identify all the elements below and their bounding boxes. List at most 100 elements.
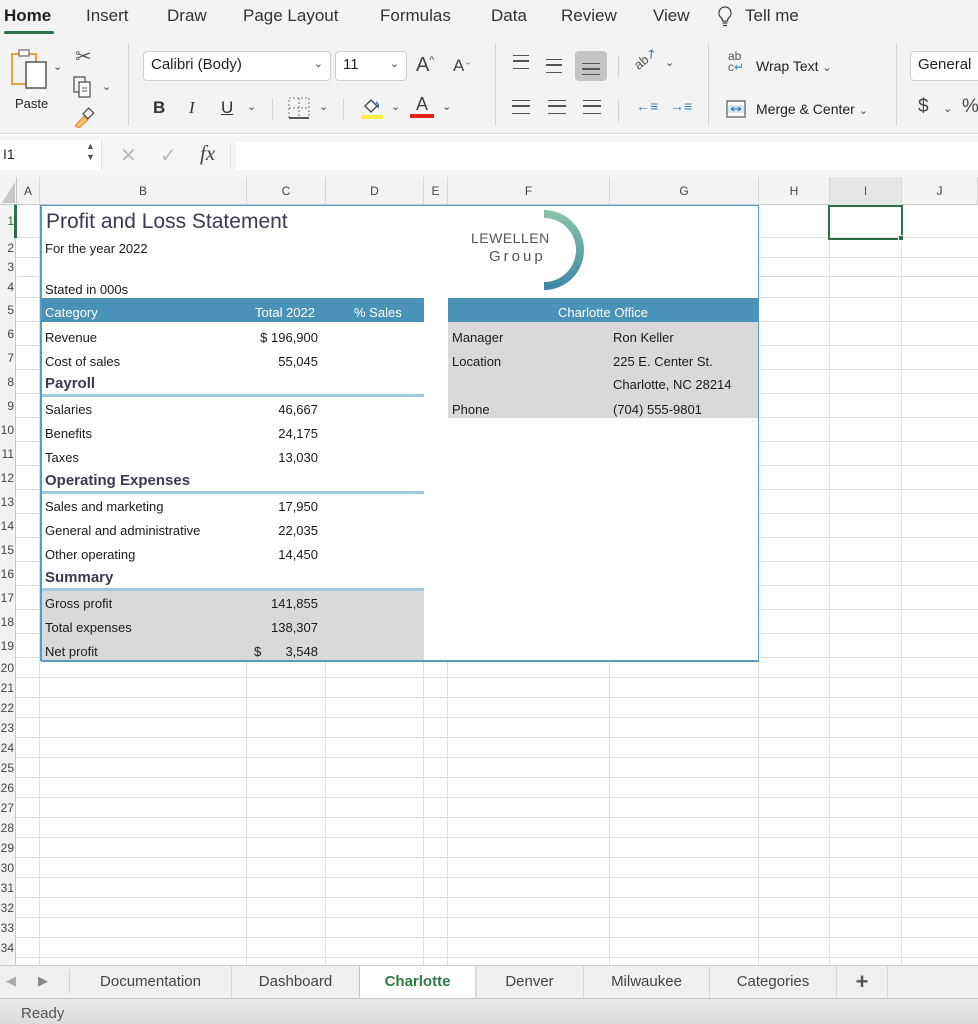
column-header-g[interactable]: G <box>610 177 759 205</box>
align-center-icon[interactable] <box>548 100 566 114</box>
row-header[interactable]: 10 <box>0 418 16 442</box>
tab-insert[interactable]: Insert <box>86 6 129 26</box>
sheet-tab-categories[interactable]: Categories <box>710 966 837 998</box>
name-box-stepper-icon[interactable]: ▲ ▼ <box>86 141 95 163</box>
orientation-icon[interactable]: ab↗ <box>631 45 661 74</box>
currency-dropdown-chevron[interactable]: ⌄ <box>943 102 952 115</box>
row-header[interactable]: 34 <box>0 938 16 958</box>
tab-home[interactable]: Home <box>4 6 51 26</box>
cancel-entry-icon[interactable]: ✕ <box>120 143 137 168</box>
row-header[interactable]: 30 <box>0 858 16 878</box>
column-header-f[interactable]: F <box>448 177 610 205</box>
row-header[interactable]: 9 <box>0 394 16 418</box>
font-size-dropdown[interactable]: 11 ⌄ <box>335 51 407 81</box>
tab-formulas[interactable]: Formulas <box>380 6 451 26</box>
row-header[interactable]: 3 <box>0 258 16 277</box>
row-header[interactable]: 5 <box>0 298 16 322</box>
decrease-indent-icon[interactable]: ←≡ <box>636 98 658 114</box>
number-format-dropdown[interactable]: General <box>910 51 978 81</box>
merge-center-button[interactable]: Merge & Center ⌄ <box>756 101 868 117</box>
orientation-dropdown-chevron[interactable]: ⌄ <box>665 56 674 69</box>
row-header[interactable]: 29 <box>0 838 16 858</box>
font-color-button[interactable]: A <box>410 94 434 118</box>
insert-function-button[interactable]: fx <box>200 141 215 166</box>
row-header[interactable]: 2 <box>0 238 16 258</box>
tab-review[interactable]: Review <box>561 6 617 26</box>
fill-color-button[interactable] <box>360 96 384 125</box>
sheet-tab-denver[interactable]: Denver <box>476 966 584 998</box>
row-header[interactable]: 11 <box>0 442 16 466</box>
paste-button[interactable] <box>10 46 54 95</box>
confirm-entry-icon[interactable]: ✓ <box>160 143 177 168</box>
wrap-text-button[interactable]: Wrap Text ⌄ <box>756 58 832 74</box>
tab-view[interactable]: View <box>653 6 690 26</box>
align-bottom-button[interactable] <box>575 51 607 81</box>
underline-button[interactable]: U <box>221 98 233 118</box>
italic-button[interactable]: I <box>189 98 195 118</box>
row-header[interactable]: 27 <box>0 798 16 818</box>
row-header[interactable]: 22 <box>0 698 16 718</box>
font-color-dropdown-chevron[interactable]: ⌄ <box>442 100 451 113</box>
sheet-tab-dashboard[interactable]: Dashboard <box>232 966 360 998</box>
fill-color-dropdown-chevron[interactable]: ⌄ <box>391 100 400 113</box>
sheet-tab-charlotte[interactable]: Charlotte <box>360 966 476 998</box>
tab-page-layout[interactable]: Page Layout <box>243 6 338 26</box>
row-header[interactable]: 15 <box>0 538 16 562</box>
row-header[interactable]: 4 <box>0 277 16 298</box>
tab-draw[interactable]: Draw <box>167 6 207 26</box>
fill-handle[interactable] <box>898 235 904 241</box>
row-header[interactable]: 16 <box>0 562 16 586</box>
row-header[interactable]: 12 <box>0 466 16 490</box>
cut-icon[interactable]: ✂ <box>75 44 92 69</box>
row-header[interactable]: 17 <box>0 586 16 610</box>
row-header[interactable]: 14 <box>0 514 16 538</box>
column-header-c[interactable]: C <box>247 177 326 205</box>
row-header[interactable]: 8 <box>0 370 16 394</box>
increase-indent-icon[interactable]: →≡ <box>670 98 692 114</box>
column-header-j[interactable]: J <box>902 177 978 205</box>
row-header[interactable]: 20 <box>0 658 16 678</box>
align-middle-icon[interactable] <box>546 59 562 73</box>
decrease-font-size-button[interactable]: A⌄ <box>453 56 472 76</box>
selected-cell-i1[interactable] <box>828 205 903 240</box>
sheet-tab-documentation[interactable]: Documentation <box>70 966 232 998</box>
borders-dropdown-chevron[interactable]: ⌄ <box>319 100 328 113</box>
tell-me-search[interactable]: Tell me <box>745 6 799 26</box>
tab-data[interactable]: Data <box>491 6 527 26</box>
row-header[interactable]: 19 <box>0 634 16 658</box>
row-header[interactable]: 28 <box>0 818 16 838</box>
scroll-tabs-right-icon[interactable]: ▶ <box>38 973 48 989</box>
row-header[interactable]: 21 <box>0 678 16 698</box>
row-header[interactable]: 26 <box>0 778 16 798</box>
row-header[interactable]: 6 <box>0 322 16 346</box>
row-header[interactable]: 25 <box>0 758 16 778</box>
row-header[interactable]: 31 <box>0 878 16 898</box>
column-header-a[interactable]: A <box>17 177 40 205</box>
row-header[interactable]: 23 <box>0 718 16 738</box>
increase-font-size-button[interactable]: A^ <box>416 54 434 77</box>
column-header-d[interactable]: D <box>326 177 424 205</box>
scroll-tabs-left-icon[interactable]: ◀ <box>6 973 16 989</box>
name-box[interactable]: I1 ▲ ▼ <box>0 140 102 170</box>
row-header[interactable]: 24 <box>0 738 16 758</box>
formula-input[interactable] <box>236 142 978 170</box>
column-header-i[interactable]: I <box>830 177 902 205</box>
currency-format-button[interactable]: $ <box>918 96 929 118</box>
column-header-e[interactable]: E <box>424 177 448 205</box>
column-header-b[interactable]: B <box>40 177 247 205</box>
add-sheet-button[interactable]: + <box>837 966 888 998</box>
percent-format-button[interactable]: % <box>962 96 978 118</box>
font-name-dropdown[interactable]: Calibri (Body) ⌄ <box>143 51 331 81</box>
row-header[interactable]: 33 <box>0 918 16 938</box>
copy-dropdown-chevron[interactable]: ⌄ <box>102 80 111 93</box>
align-left-icon[interactable] <box>512 100 530 114</box>
borders-icon[interactable] <box>288 97 310 124</box>
column-header-h[interactable]: H <box>759 177 830 205</box>
row-header[interactable]: 13 <box>0 490 16 514</box>
sheet-tab-milwaukee[interactable]: Milwaukee <box>584 966 710 998</box>
underline-dropdown-chevron[interactable]: ⌄ <box>247 100 256 113</box>
row-header[interactable]: 18 <box>0 610 16 634</box>
copy-icon[interactable] <box>73 76 93 103</box>
row-header[interactable]: 32 <box>0 898 16 918</box>
align-top-icon[interactable] <box>513 55 529 69</box>
